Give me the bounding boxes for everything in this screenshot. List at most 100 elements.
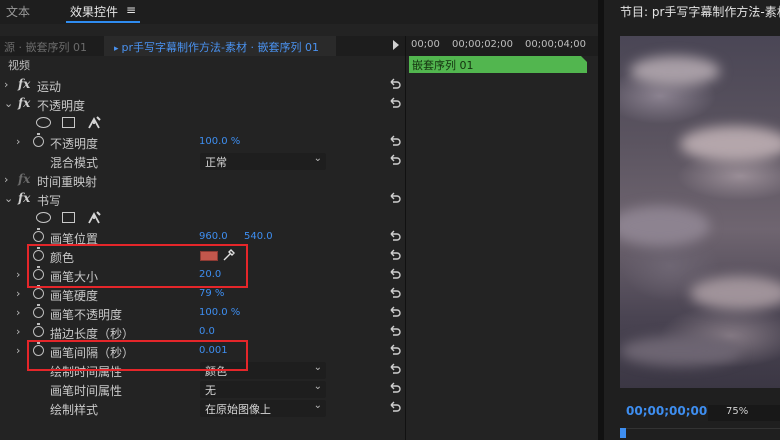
effect-controls-panel: 文本 效果控件 ≡ 源 · 嵌套序列 01 ▸ pr手写字幕制作方法-素材 · 嵌…	[0, 0, 598, 440]
reset-icon[interactable]	[388, 248, 402, 262]
opacity-mask-tools	[0, 114, 200, 133]
play-triangle-icon[interactable]	[393, 40, 399, 50]
video-section-header: 视频	[0, 57, 405, 76]
motion-label: 运动	[37, 80, 62, 94]
chevron-down-icon: ⌄	[313, 400, 322, 411]
reset-icon[interactable]	[388, 153, 402, 167]
reset-icon[interactable]	[388, 305, 402, 319]
program-video-frame	[620, 36, 780, 388]
program-timecode[interactable]: 00;00;00;00	[626, 404, 707, 418]
brush-time-dropdown[interactable]: 无 ⌄	[200, 381, 326, 398]
paint-style-value: 在原始图像上	[205, 403, 271, 416]
opacity-value[interactable]: 100.0 %	[199, 136, 240, 147]
blend-mode-dropdown[interactable]: 正常 ⌄	[200, 153, 326, 170]
chevron-down-icon: ⌄	[313, 381, 322, 392]
write-mask-tools	[0, 209, 200, 228]
opacity-value-label: 不透明度	[50, 137, 99, 151]
triangle-right-icon: ▸	[114, 44, 119, 54]
sequence-clip-tab[interactable]: ▸ pr手写字幕制作方法-素材 · 嵌套序列 01	[104, 36, 336, 56]
expand-arrow-icon[interactable]: ›	[4, 173, 8, 186]
reset-icon[interactable]	[388, 381, 402, 395]
reset-icon[interactable]	[388, 134, 402, 148]
expand-arrow-icon[interactable]: ›	[4, 78, 8, 91]
collapse-arrow-icon[interactable]: ⌄	[4, 97, 13, 110]
brush-time-row: 画笔时间属性 无 ⌄	[0, 380, 405, 399]
brush-hardness-value[interactable]: 79 %	[199, 288, 224, 299]
paint-style-dropdown[interactable]: 在原始图像上 ⌄	[200, 400, 326, 417]
zoom-level-value: 75%	[726, 406, 749, 417]
brush-opacity-value[interactable]: 100.0 %	[199, 307, 240, 318]
reset-icon[interactable]	[388, 191, 402, 205]
fx-icon[interactable]: fx	[18, 191, 30, 205]
highlight-box-color-size	[27, 244, 248, 288]
reset-icon[interactable]	[388, 267, 402, 281]
expand-arrow-icon[interactable]: ›	[16, 325, 20, 338]
clip-corner	[581, 56, 587, 62]
clip-label: 嵌套序列 01	[412, 59, 474, 72]
expand-arrow-icon[interactable]: ›	[16, 344, 20, 357]
pen-mask-icon[interactable]	[86, 115, 102, 131]
blend-mode-label: 混合模式	[50, 156, 99, 170]
brush-position-x[interactable]: 960.0	[199, 231, 228, 242]
opacity-label: 不透明度	[37, 99, 86, 113]
cloud-shape	[680, 126, 780, 162]
write-label: 书写	[37, 194, 62, 208]
cloud-shape	[690, 276, 780, 310]
chevron-down-icon: ⌄	[313, 153, 322, 164]
expand-arrow-icon[interactable]: ›	[16, 268, 20, 281]
fx-icon[interactable]: fx	[18, 96, 30, 110]
paint-style-label: 绘制样式	[50, 403, 99, 417]
reset-icon[interactable]	[388, 324, 402, 338]
program-playhead[interactable]	[620, 428, 626, 438]
expand-arrow-icon[interactable]: ›	[16, 135, 20, 148]
brush-position-y[interactable]: 540.0	[244, 231, 273, 242]
expand-arrow-icon[interactable]: ›	[16, 306, 20, 319]
program-monitor-title[interactable]: 节目: pr手写字幕制作方法-素材	[620, 3, 780, 20]
stopwatch-icon[interactable]	[33, 228, 44, 242]
collapse-arrow-icon[interactable]: ⌄	[4, 192, 13, 205]
rectangle-mask-icon[interactable]	[62, 117, 75, 128]
panel-tab-bar: 文本 效果控件 ≡	[0, 0, 598, 24]
effect-opacity-row[interactable]: ⌄ fx 不透明度	[0, 95, 405, 114]
active-tab-indicator	[66, 21, 140, 23]
timeline-clip[interactable]: 嵌套序列 01	[409, 56, 587, 73]
zoom-level-dropdown[interactable]: 75%	[708, 405, 780, 421]
reset-icon[interactable]	[388, 229, 402, 243]
reset-icon[interactable]	[388, 96, 402, 110]
effect-time-remap-row[interactable]: › fx 时间重映射	[0, 171, 405, 190]
program-monitor-panel: 节目: pr手写字幕制作方法-素材 00;00;00;00 75%	[604, 0, 780, 440]
cloud-shape	[620, 336, 740, 366]
tab-effect-controls[interactable]: 效果控件	[70, 3, 118, 20]
brush-time-label: 画笔时间属性	[50, 384, 123, 398]
panel-menu-icon[interactable]: ≡	[126, 3, 136, 17]
panel-divider	[405, 36, 406, 440]
ruler-label-start: 00;00	[411, 39, 440, 50]
reset-icon[interactable]	[388, 77, 402, 91]
stopwatch-icon[interactable]	[33, 133, 44, 147]
time-remap-label: 时间重映射	[37, 175, 98, 189]
rectangle-mask-icon[interactable]	[62, 212, 75, 223]
reset-icon[interactable]	[388, 400, 402, 414]
stopwatch-icon[interactable]	[33, 323, 44, 337]
reset-icon[interactable]	[388, 286, 402, 300]
chevron-down-icon: ⌄	[313, 362, 322, 373]
ellipse-mask-icon[interactable]	[36, 212, 51, 223]
stopwatch-icon[interactable]	[33, 304, 44, 318]
effect-controls-header: 源 · 嵌套序列 01 ▸ pr手写字幕制作方法-素材 · 嵌套序列 01 00;…	[0, 36, 598, 56]
pen-mask-icon[interactable]	[86, 210, 102, 226]
fx-icon[interactable]: fx	[18, 77, 30, 91]
ellipse-mask-icon[interactable]	[36, 117, 51, 128]
effect-write-row[interactable]: ⌄ fx 书写	[0, 190, 405, 209]
source-clip-tab[interactable]: 源 · 嵌套序列 01	[0, 36, 102, 56]
brush-opacity-label: 画笔不透明度	[50, 308, 123, 322]
stopwatch-icon[interactable]	[33, 285, 44, 299]
sequence-clip-label: pr手写字幕制作方法-素材 · 嵌套序列 01	[121, 41, 319, 54]
tab-text[interactable]: 文本	[6, 3, 30, 20]
expand-arrow-icon[interactable]: ›	[16, 287, 20, 300]
effect-motion-row[interactable]: › fx 运动	[0, 76, 405, 95]
opacity-value-row[interactable]: › 不透明度 100.0 %	[0, 133, 405, 152]
program-time-ruler[interactable]	[620, 428, 780, 440]
stroke-length-value[interactable]: 0.0	[199, 326, 215, 337]
reset-icon[interactable]	[388, 343, 402, 357]
reset-icon[interactable]	[388, 362, 402, 376]
